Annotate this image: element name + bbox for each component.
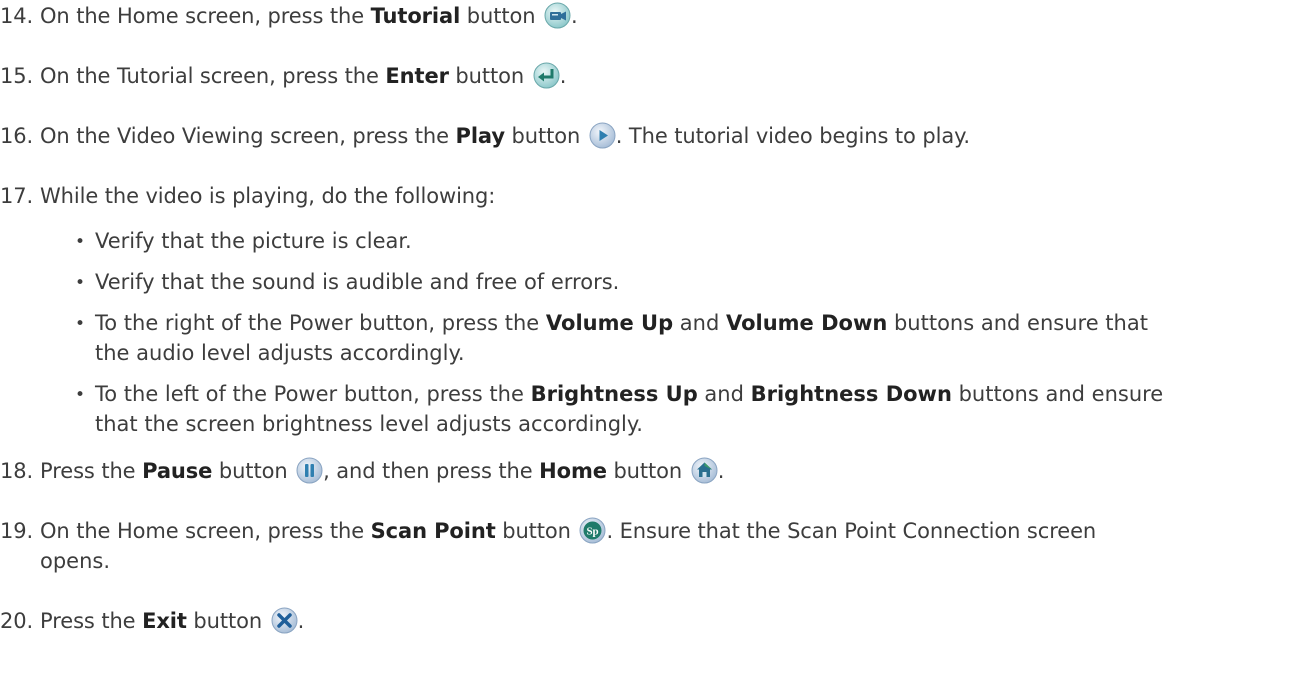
bullet-marker: • (75, 314, 86, 334)
pause-label: Pause (142, 459, 213, 483)
volume-up-label: Volume Up (545, 311, 674, 335)
step-text: On the Video Viewing screen, press the (40, 124, 456, 148)
brightness-up-label: Brightness Up (530, 382, 698, 406)
step-text: button (212, 459, 288, 483)
tutorial-label: Tutorial (370, 4, 461, 28)
enter-label: Enter (385, 64, 449, 88)
bullet-text: the audio level adjusts accordingly. (95, 341, 465, 365)
bullet-text: Verify that the picture is clear. (95, 229, 412, 253)
play-label: Play (455, 124, 506, 148)
enter-icon (533, 62, 560, 89)
step-text: While the video is playing, do the follo… (40, 184, 496, 208)
step-text: . (559, 64, 567, 88)
step-text: . (717, 459, 725, 483)
exit-icon (271, 607, 298, 634)
step-15: 15. On the Tutorial screen, press the Ent… (0, 61, 566, 91)
step-text: On the Tutorial screen, press the (40, 64, 386, 88)
step-18: 18. Press the Pause button , and then pre… (0, 456, 724, 486)
step-text: Press the (40, 459, 143, 483)
bullet-text: Verify that the sound is audible and fre… (95, 270, 620, 294)
step-text: opens. (40, 549, 111, 573)
bullet-item: Verify that the sound is audible and fre… (95, 267, 619, 297)
bullet-text: To the right of the Power button, press … (95, 311, 546, 335)
home-label: Home (539, 459, 607, 483)
exit-label: Exit (142, 609, 187, 633)
bullet-marker: • (75, 273, 86, 293)
step-text: On the Home screen, press the (40, 4, 371, 28)
bullet-text: and (673, 311, 726, 335)
step-text: , and then press the (323, 459, 540, 483)
step-text: . (297, 609, 305, 633)
bullet-item: Verify that the picture is clear. (95, 226, 412, 256)
scan-point-icon: Sp (579, 517, 606, 544)
step-text: button (186, 609, 263, 633)
step-text: Press the (40, 609, 143, 633)
step-text: . Ensure that the Scan Point Connection … (606, 519, 1097, 543)
bullet-marker: • (75, 232, 86, 252)
step-text: . The tutorial video begins to play. (615, 124, 970, 148)
step-number: 19. (0, 519, 34, 543)
bullet-text: and (697, 382, 751, 406)
instruction-document: 14. On the Home screen, press the Tutoria… (0, 0, 1298, 673)
step-text: button (460, 4, 536, 28)
step-14: 14. On the Home screen, press the Tutoria… (0, 1, 578, 31)
bullet-marker: • (75, 385, 86, 405)
bullet-text: that the screen brightness level adjusts… (95, 412, 643, 436)
brightness-down-label: Brightness Down (750, 382, 952, 406)
scan-point-label: Scan Point (370, 519, 496, 543)
step-19: 19. On the Home screen, press the Scan Po… (0, 516, 1096, 546)
tutorial-icon (544, 2, 571, 29)
bullet-continuation: that the screen brightness level adjusts… (95, 409, 643, 439)
step-number: 18. (0, 459, 34, 483)
bullet-item: To the left of the Power button, press t… (95, 379, 1163, 409)
svg-text:Sp: Sp (587, 526, 599, 538)
step-text: button (448, 64, 525, 88)
step-20: 20. Press the Exit button . (0, 606, 304, 636)
bullet-continuation: the audio level adjusts accordingly. (95, 338, 465, 368)
step-number: 14. (0, 4, 34, 28)
step-text: button (504, 124, 581, 148)
step-text: On the Home screen, press the (40, 519, 371, 543)
step-number: 20. (0, 609, 34, 633)
volume-down-label: Volume Down (725, 311, 888, 335)
step-text: . (571, 4, 578, 28)
step-17: 17. While the video is playing, do the fo… (0, 181, 495, 211)
step-number: 15. (0, 64, 34, 88)
bullet-text: buttons and ensure (951, 382, 1164, 406)
home-icon (691, 457, 718, 484)
play-icon (589, 122, 616, 149)
bullet-text: To the left of the Power button, press t… (95, 382, 531, 406)
step-number: 16. (0, 124, 34, 148)
pause-icon (296, 457, 323, 484)
step-text: button (606, 459, 683, 483)
step-16: 16. On the Video Viewing screen, press th… (0, 121, 970, 151)
bullet-item: To the right of the Power button, press … (95, 308, 1148, 338)
step-text: button (495, 519, 571, 543)
step-19-continuation: opens. (40, 546, 110, 576)
step-number: 17. (0, 184, 34, 208)
bullet-text: buttons and ensure that (887, 311, 1148, 335)
